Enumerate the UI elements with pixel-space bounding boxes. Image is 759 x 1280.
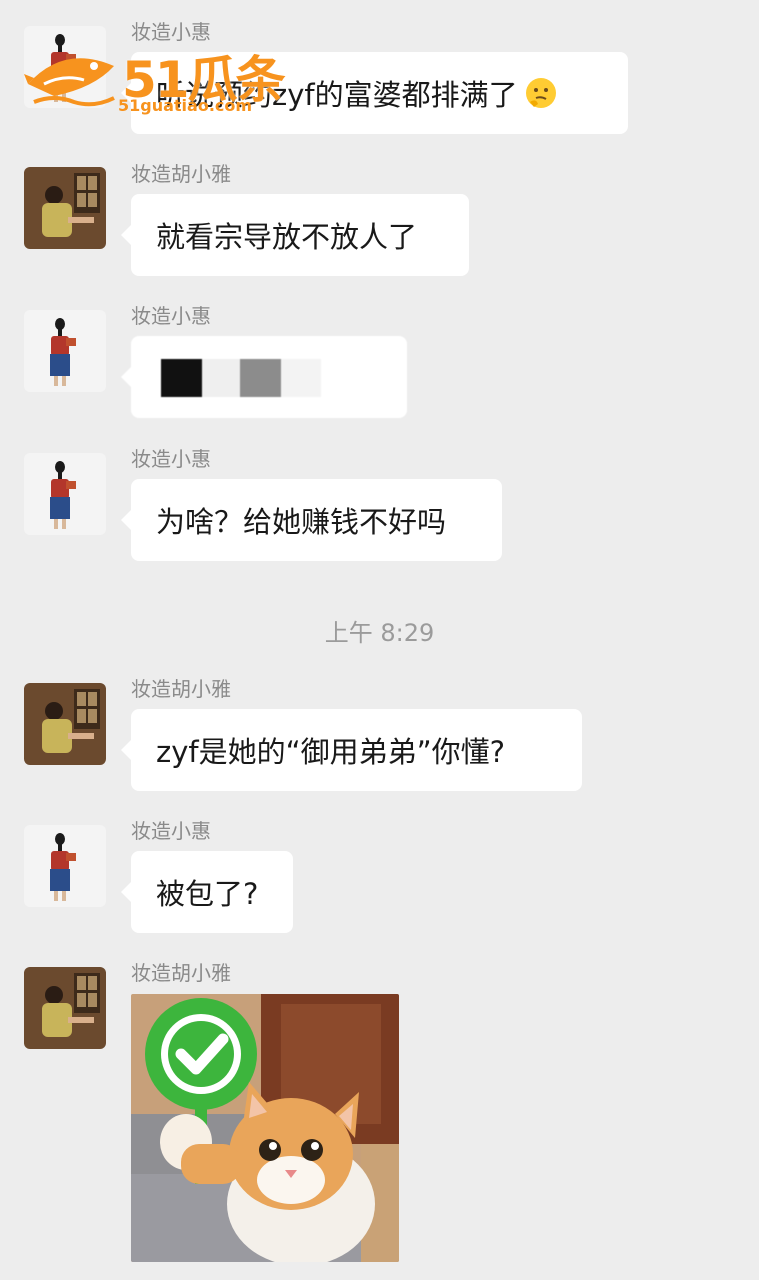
redaction-block	[281, 359, 321, 397]
avatar-xiaohui[interactable]	[24, 453, 106, 535]
redaction-block	[240, 359, 281, 397]
message-bubble[interactable]: 听说预约zyf的富婆都排满了	[121, 52, 628, 134]
thinking-face-icon	[524, 76, 558, 110]
avatar-xiaohui[interactable]	[24, 26, 106, 108]
sender-name: 妆造胡小雅	[131, 677, 231, 701]
sender-name: 妆造小惠	[131, 447, 211, 471]
avatar-xiaohui[interactable]	[24, 825, 106, 907]
redaction-block	[202, 359, 240, 397]
message-text: 就看宗导放不放人了	[156, 220, 418, 254]
avatar-huxiaoya[interactable]	[24, 683, 106, 765]
sender-name: 妆造胡小雅	[131, 162, 231, 186]
message-text: 为啥？给她赚钱不好吗	[156, 505, 447, 539]
chat-timestamp: 上午 8:29	[324, 619, 435, 647]
avatar-xiaohui[interactable]	[24, 310, 106, 392]
sender-name: 妆造小惠	[131, 819, 211, 843]
message-bubble[interactable]: 就看宗导放不放人了	[121, 194, 469, 276]
cat-check-sticker[interactable]	[131, 994, 399, 1262]
message-text: 听说预约zyf的富婆都排满了	[156, 78, 518, 112]
sender-name: 妆造小惠	[131, 304, 211, 328]
message-text: 被包了?	[156, 877, 259, 911]
message-bubble[interactable]: 为啥？给她赚钱不好吗	[121, 479, 502, 561]
sender-name: 妆造小惠	[131, 20, 211, 44]
redacted-message-bubble[interactable]	[121, 336, 407, 418]
redaction-block	[161, 359, 202, 397]
message-bubble[interactable]: 被包了?	[121, 851, 293, 933]
avatar-huxiaoya[interactable]	[24, 967, 106, 1049]
message-text: zyf是她的“御用弟弟”你懂?	[156, 735, 506, 769]
avatar-huxiaoya[interactable]	[24, 167, 106, 249]
sender-name: 妆造胡小雅	[131, 961, 231, 985]
message-bubble[interactable]: zyf是她的“御用弟弟”你懂?	[121, 709, 582, 791]
